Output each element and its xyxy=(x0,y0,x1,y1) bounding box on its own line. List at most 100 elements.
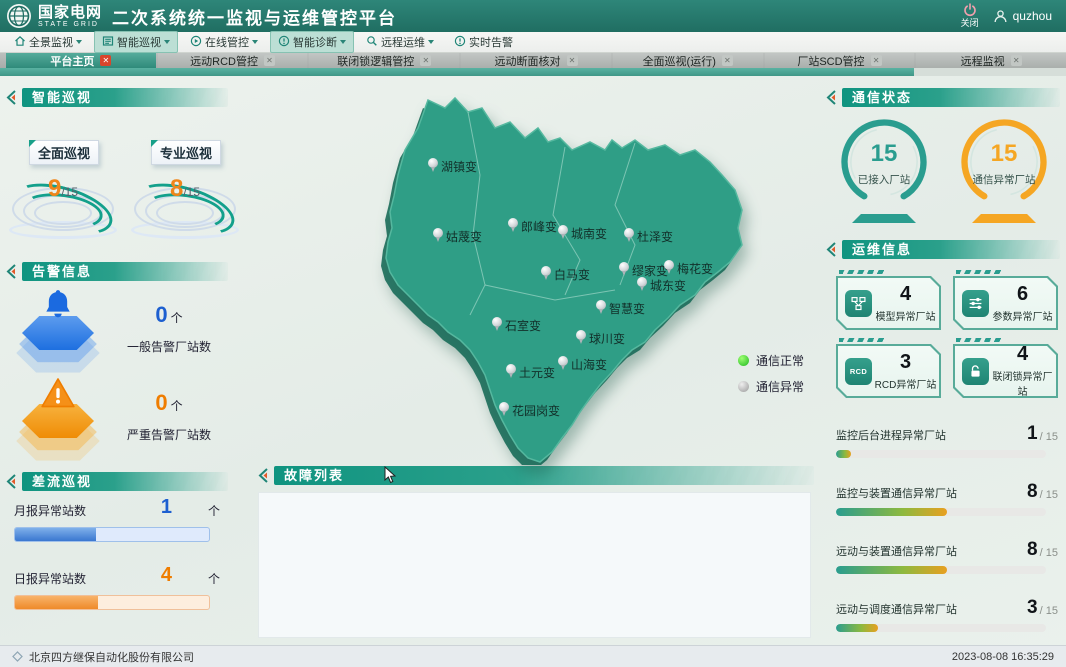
station-pin[interactable]: 湖镇变 xyxy=(428,158,477,175)
menu-item[interactable]: 在线管控 xyxy=(182,31,266,53)
station-name: 山海变 xyxy=(571,356,607,373)
progress-bar xyxy=(836,566,1046,574)
collapse-arrow-icon[interactable] xyxy=(256,467,270,484)
main-menu: 全景监视 智能巡视 在线管控 智能诊断 远程运维 实时告警 xyxy=(0,32,1066,53)
station-pin[interactable]: 花园岗变 xyxy=(499,402,560,419)
diff-bar xyxy=(14,527,210,542)
station-pin[interactable]: 石室变 xyxy=(492,317,541,334)
warning-icon xyxy=(38,374,78,419)
ops-card[interactable]: 4 联闭锁异常厂站 xyxy=(953,344,1058,398)
menu-item[interactable]: 智能巡视 xyxy=(94,31,178,53)
comm-gauge: 15 通信异常厂站 xyxy=(952,114,1056,232)
diff-row: 日报异常站数 4个 xyxy=(14,564,220,610)
chevron-down-icon xyxy=(76,40,82,44)
station-pin[interactable]: 城南变 xyxy=(558,225,607,242)
progress-label: 远动与调度通信异常厂站 xyxy=(836,601,957,617)
collapse-arrow-icon[interactable] xyxy=(4,473,18,490)
pin-icon xyxy=(558,225,569,240)
ops-card[interactable]: 4 模型异常厂站 xyxy=(836,276,941,330)
alarm-item: 0个 严重告警厂站数 xyxy=(8,372,230,460)
user-menu[interactable]: quzhou xyxy=(993,9,1052,24)
station-pin[interactable]: 球川变 xyxy=(576,330,625,347)
diff-bar xyxy=(14,595,210,610)
progress-row: 远动与调度通信异常厂站 3 / 15 xyxy=(836,598,1058,632)
state-grid-logo-icon xyxy=(6,3,32,29)
collapse-arrow-icon[interactable] xyxy=(824,89,838,106)
home-icon xyxy=(14,35,26,50)
station-pin[interactable]: 杜泽变 xyxy=(624,228,673,245)
collapse-arrow-icon[interactable] xyxy=(4,89,18,106)
legend-row: 通信正常 xyxy=(738,352,804,369)
station-pin[interactable]: 姑蔑变 xyxy=(433,228,482,245)
tab-close-icon[interactable]: ✕ xyxy=(1011,55,1022,66)
close-session-button[interactable]: 关闭 xyxy=(961,3,979,29)
tab-close-icon[interactable]: ✕ xyxy=(722,55,733,66)
diff-label: 月报异常站数 xyxy=(14,502,86,519)
pin-icon xyxy=(637,277,648,292)
ops-card[interactable]: RCD 3 RCD异常厂站 xyxy=(836,344,941,398)
tab[interactable]: 联闭锁逻辑管控 ✕ xyxy=(309,53,459,68)
menu-item[interactable]: 全景监视 xyxy=(6,31,90,53)
station-name: 球川变 xyxy=(589,330,625,347)
station-pin[interactable]: 郎峰变 xyxy=(508,218,557,235)
pin-icon xyxy=(499,402,510,417)
diff-patrol-list: 月报异常站数 1个 日报异常站数 4个 xyxy=(14,496,220,632)
close-label: 关闭 xyxy=(961,16,979,29)
comm-gauge-label: 已接入厂站 xyxy=(832,172,936,187)
ops-card-value: 6 xyxy=(1017,283,1028,305)
param-icon xyxy=(962,290,989,317)
pin-icon xyxy=(576,330,587,345)
legend-row: 通信异常 xyxy=(738,378,804,395)
tab[interactable]: 远动断面核对 ✕ xyxy=(461,53,611,68)
tab-close-icon[interactable]: ✕ xyxy=(100,55,111,66)
chevron-down-icon xyxy=(340,40,346,44)
username: quzhou xyxy=(1013,9,1052,23)
tab[interactable]: 远程监视 ✕ xyxy=(916,53,1066,68)
diff-value: 4 xyxy=(161,564,172,587)
ops-card-label: 模型异常厂站 xyxy=(872,308,939,323)
brand-cn: 国家电网 xyxy=(38,5,102,20)
collapse-arrow-icon[interactable] xyxy=(4,263,18,280)
station-pin[interactable]: 梅花变 xyxy=(664,260,713,277)
tab-close-icon[interactable]: ✕ xyxy=(420,55,431,66)
station-pin[interactable]: 城东变 xyxy=(637,277,686,294)
station-pin[interactable]: 山海变 xyxy=(558,356,607,373)
tab-close-icon[interactable]: ✕ xyxy=(264,55,275,66)
tab[interactable]: 远动RCD管控 ✕ xyxy=(158,53,308,68)
station-name: 城东变 xyxy=(650,277,686,294)
progress-label: 监控与装置通信异常厂站 xyxy=(836,485,957,501)
ops-card-label: 参数异常厂站 xyxy=(989,308,1056,323)
patrol-gauge-tag[interactable]: 全面巡视 xyxy=(29,140,99,165)
section-diff-patrol-header: 差流巡视 xyxy=(4,472,228,491)
section-fault-list-header: 故障列表 xyxy=(256,466,814,485)
menu-item[interactable]: 远程运维 xyxy=(358,31,442,53)
progress-value: 3 xyxy=(1027,598,1038,617)
page-title: 二次系统统一监视与运维管控平台 xyxy=(112,4,397,29)
user-icon xyxy=(993,9,1008,24)
tab[interactable]: 厂站SCD管控 ✕ xyxy=(765,53,915,68)
tab[interactable]: 平台主页 ✕ xyxy=(6,53,156,68)
bell-icon xyxy=(38,286,78,333)
menu-item[interactable]: 实时告警 xyxy=(446,31,521,53)
ops-card-label: 联闭锁异常厂站 xyxy=(989,368,1056,398)
pin-icon xyxy=(624,228,635,243)
station-name: 湖镇变 xyxy=(441,158,477,175)
section-title: 通信状态 xyxy=(842,88,1060,107)
ops-card[interactable]: 6 参数异常厂站 xyxy=(953,276,1058,330)
station-pin[interactable]: 白马变 xyxy=(541,266,590,283)
pin-icon xyxy=(541,266,552,281)
progress-row: 远动与装置通信异常厂站 8 / 15 xyxy=(836,540,1058,574)
list-icon xyxy=(102,35,114,50)
pin-icon xyxy=(558,356,569,371)
menu-item[interactable]: 智能诊断 xyxy=(270,31,354,53)
station-pin[interactable]: 智慧变 xyxy=(596,300,645,317)
section-title: 差流巡视 xyxy=(22,472,228,491)
tab-close-icon[interactable]: ✕ xyxy=(871,55,882,66)
station-pin[interactable]: 土元变 xyxy=(506,364,555,381)
tab[interactable]: 全面巡视(运行) ✕ xyxy=(613,53,763,68)
pin-icon xyxy=(508,218,519,233)
station-name: 梅花变 xyxy=(677,260,713,277)
patrol-gauge-tag[interactable]: 专业巡视 xyxy=(151,140,221,165)
tab-close-icon[interactable]: ✕ xyxy=(567,55,578,66)
collapse-arrow-icon[interactable] xyxy=(824,241,838,258)
